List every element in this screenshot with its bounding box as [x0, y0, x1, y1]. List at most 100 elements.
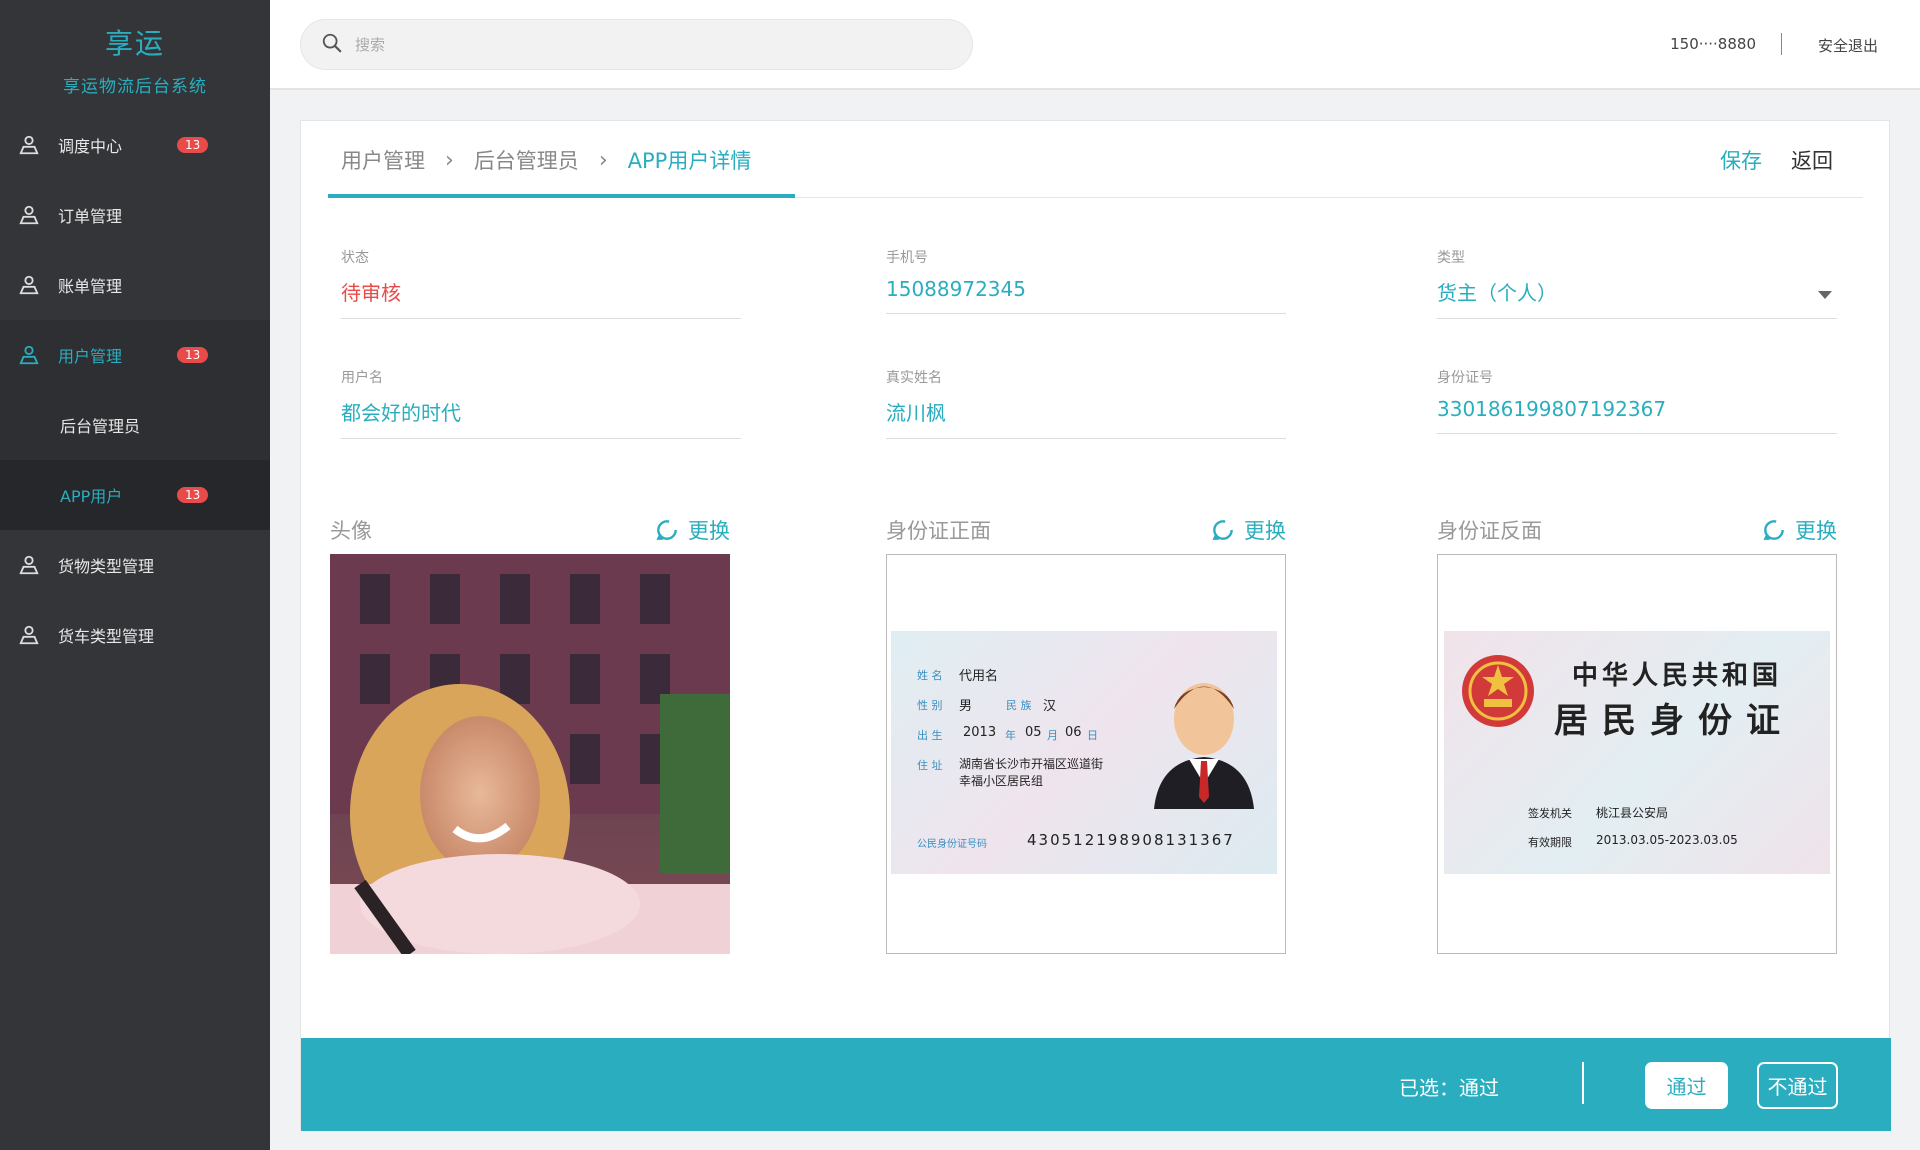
realname-field[interactable]: 真实姓名 流川枫	[886, 367, 1286, 439]
brand: 享运 享运物流后台系统	[0, 0, 270, 110]
id-nation-label: 民 族	[1006, 699, 1032, 712]
id-birth-month-unit: 月	[1047, 729, 1058, 742]
id-number-label: 公民身份证号码	[917, 839, 987, 850]
breadcrumb-admins[interactable]: 后台管理员	[474, 145, 579, 175]
sidebar-item-truck-types[interactable]: 货车类型管理	[0, 600, 270, 670]
logout-link[interactable]: 安全退出	[1818, 35, 1878, 56]
sidebar-item-dispatch[interactable]: 调度中心 13	[0, 110, 270, 180]
phone-value[interactable]: 15088972345	[886, 277, 1286, 314]
type-select[interactable]: 类型 货主（个人）	[1437, 247, 1837, 319]
sidebar-item-users[interactable]: 用户管理 13	[0, 320, 270, 390]
breadcrumb-user-management[interactable]: 用户管理	[341, 145, 425, 175]
approve-button[interactable]: 通过	[1645, 1062, 1728, 1109]
refresh-icon	[1212, 520, 1233, 540]
header-divider	[1781, 33, 1782, 55]
footer-divider	[1582, 1062, 1584, 1104]
id-birth-year: 2013	[963, 725, 997, 740]
user-phone: 150····8880	[1670, 35, 1756, 53]
sidebar-item-bills[interactable]: 账单管理	[0, 250, 270, 320]
field-label: 身份证号	[1437, 370, 1493, 386]
status-field: 状态 待审核	[341, 247, 741, 319]
avatar-title: 头像	[330, 519, 372, 543]
selected-status: 已选：通过	[1399, 1076, 1499, 1100]
id-portrait	[1154, 683, 1254, 809]
id-birth-label: 出 生	[917, 729, 943, 742]
id-front-image[interactable]: 姓 名 代用名 性 别 男 民 族 汉 出 生 2013 年 05 月 06 日…	[886, 554, 1286, 954]
location-user-icon	[18, 624, 40, 646]
idnumber-field[interactable]: 身份证号 330186199807192367	[1437, 367, 1837, 434]
sidebar-item-cargo-types[interactable]: 货物类型管理	[0, 530, 270, 600]
sidebar-subitem-app-users[interactable]: APP用户 13	[0, 460, 270, 530]
phone-field[interactable]: 手机号 15088972345	[886, 247, 1286, 314]
id-card-front: 姓 名 代用名 性 别 男 民 族 汉 出 生 2013 年 05 月 06 日…	[891, 631, 1277, 874]
id-authority-label: 签发机关	[1528, 807, 1572, 820]
detail-card: 用户管理 › 后台管理员 › APP用户详情 保存 返回 状态 待审核 手机号 …	[300, 120, 1891, 1131]
chevron-right-icon: ›	[445, 147, 454, 173]
id-birth-day: 06	[1065, 725, 1082, 740]
sidebar-item-label: 订单管理	[58, 207, 123, 226]
id-validity-label: 有效期限	[1528, 836, 1572, 849]
sidebar-subitem-admins[interactable]: 后台管理员	[0, 390, 270, 460]
count-badge: 13	[177, 137, 209, 153]
id-name-label: 姓 名	[917, 669, 943, 682]
sidebar-item-orders[interactable]: 订单管理	[0, 180, 270, 250]
search-input[interactable]	[355, 35, 915, 54]
sidebar-item-label: APP用户	[60, 487, 123, 506]
idnumber-value[interactable]: 330186199807192367	[1437, 397, 1837, 434]
review-footer: 已选：通过 通过 不通过	[301, 1038, 1891, 1131]
avatar-change-button[interactable]: 更换	[654, 515, 730, 545]
top-header: 150····8880 安全退出	[270, 0, 1920, 90]
change-label: 更换	[688, 519, 730, 543]
location-user-icon	[18, 344, 40, 366]
count-badge: 13	[177, 487, 209, 503]
brand-subtitle: 享运物流后台系统	[63, 77, 207, 97]
brand-title: 享运	[104, 27, 165, 60]
username-field[interactable]: 用户名 都会好的时代	[341, 367, 741, 439]
back-button[interactable]: 返回	[1791, 145, 1833, 175]
realname-value[interactable]: 流川枫	[886, 397, 1286, 439]
avatar-header: 头像 更换	[330, 515, 730, 545]
id-sex-label: 性 别	[917, 699, 943, 712]
sidebar: 享运 享运物流后台系统 调度中心 13 订单管理 账单管理 用户管理 13 后台…	[0, 0, 270, 1150]
chevron-right-icon: ›	[598, 147, 608, 173]
sidebar-item-label: 调度中心	[58, 137, 123, 156]
id-birth-month: 05	[1025, 725, 1042, 740]
location-user-icon	[18, 134, 40, 156]
breadcrumb: 用户管理 › 后台管理员 › APP用户详情	[341, 145, 751, 175]
caret-down-icon[interactable]	[1818, 291, 1832, 299]
id-front-change-button[interactable]: 更换	[1210, 515, 1286, 545]
field-label: 类型	[1437, 250, 1465, 266]
id-back-change-button[interactable]: 更换	[1761, 515, 1837, 545]
avatar-image[interactable]	[330, 554, 730, 954]
search-bar[interactable]	[300, 19, 973, 70]
national-emblem-icon	[1462, 655, 1534, 727]
reject-button[interactable]: 不通过	[1757, 1062, 1838, 1109]
id-sex-value: 男	[959, 699, 973, 714]
refresh-icon	[1763, 520, 1784, 540]
save-button[interactable]: 保存	[1720, 145, 1762, 175]
count-badge: 13	[177, 347, 209, 363]
change-label: 更换	[1244, 519, 1286, 543]
sidebar-item-label: 货车类型管理	[58, 627, 155, 646]
id-number-value: 430512198908131367	[1027, 831, 1235, 849]
id-back-title: 身份证反面	[1437, 519, 1542, 543]
location-user-icon	[18, 274, 40, 296]
id-nation-value: 汉	[1043, 699, 1057, 714]
type-value[interactable]: 货主（个人）	[1437, 277, 1837, 319]
id-back-image[interactable]: 中华人民共和国 居民身份证 签发机关 桃江县公安局 有效期限 2013.03.0…	[1437, 554, 1837, 954]
id-addr-label: 住 址	[917, 759, 943, 772]
search-icon	[321, 32, 355, 58]
id-back-header: 身份证反面 更换	[1437, 515, 1837, 545]
id-name-value: 代用名	[959, 669, 999, 684]
id-addr-line2: 幸福小区居民组	[959, 774, 1044, 788]
id-card-back: 中华人民共和国 居民身份证 签发机关 桃江县公安局 有效期限 2013.03.0…	[1444, 631, 1830, 874]
breadcrumb-active-underline	[328, 194, 795, 198]
username-value[interactable]: 都会好的时代	[341, 397, 741, 439]
field-label: 手机号	[886, 250, 928, 266]
id-validity-value: 2013.03.05-2023.03.05	[1596, 833, 1738, 847]
location-user-icon	[18, 554, 40, 576]
id-front-title: 身份证正面	[886, 519, 991, 543]
id-country: 中华人民共和国	[1572, 661, 1783, 691]
sidebar-item-label: 用户管理	[58, 347, 123, 366]
id-front-header: 身份证正面 更换	[886, 515, 1286, 545]
